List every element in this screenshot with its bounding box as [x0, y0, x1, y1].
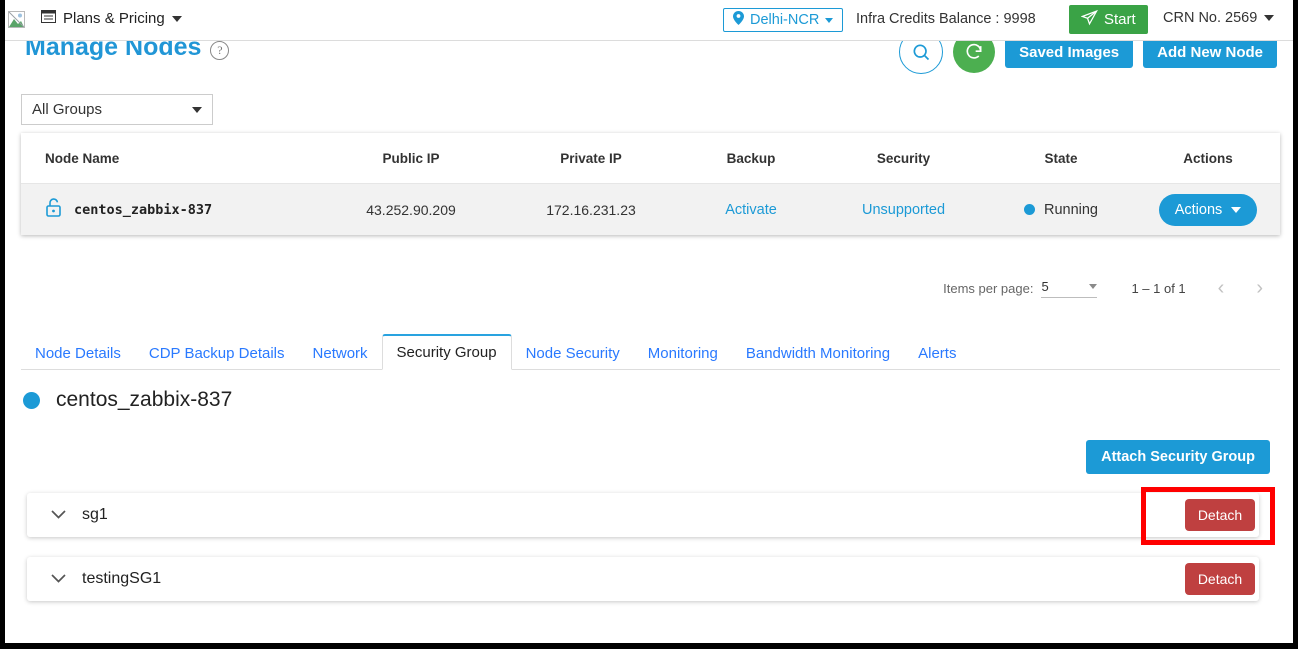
status-badge: Running	[986, 202, 1136, 218]
tab-alerts[interactable]: Alerts	[904, 337, 970, 369]
security-group-panel-testingsg1[interactable]: testingSG1 Detach	[27, 557, 1259, 601]
table-header-row: Node Name Public IP Private IP Backup Se…	[21, 133, 1280, 183]
region-selector[interactable]: Delhi-NCR	[723, 8, 844, 32]
tab-network[interactable]: Network	[299, 337, 382, 369]
group-filter-value: All Groups	[32, 101, 103, 118]
plans-and-pricing-label: Plans & Pricing	[63, 10, 165, 27]
paginator: Items per page: 5 1 – 1 of 1 ‹ ›	[943, 278, 1263, 298]
chevron-down-icon	[1089, 283, 1098, 289]
tab-node-details[interactable]: Node Details	[21, 337, 135, 369]
chevron-down-icon	[1231, 206, 1242, 213]
node-table: Node Name Public IP Private IP Backup Se…	[21, 133, 1280, 235]
security-group-name: sg1	[82, 506, 108, 523]
app-screen: Manage Nodes ? Saved Images Add New Node	[5, 0, 1293, 643]
column-header-security: Security	[876, 150, 931, 166]
status-dot-icon	[23, 391, 40, 409]
unlock-icon[interactable]	[45, 197, 62, 222]
table-row: centos_zabbix-837 43.252.90.209 172.16.2…	[21, 183, 1280, 235]
column-header-state: State	[1044, 150, 1078, 166]
tab-monitoring[interactable]: Monitoring	[634, 337, 732, 369]
items-per-page-label: Items per page:	[943, 280, 1034, 296]
activate-backup-link[interactable]: Activate	[725, 202, 777, 218]
row-actions-button[interactable]: Actions	[1158, 193, 1258, 226]
detach-button-testingsg1[interactable]: Detach	[1185, 563, 1255, 595]
security-group-name: testingSG1	[82, 570, 162, 587]
chevron-down-icon	[1264, 15, 1275, 21]
items-per-page-value: 5	[1041, 278, 1049, 294]
tab-security-group[interactable]: Security Group	[381, 334, 512, 370]
security-group-panel-sg1[interactable]: sg1 Detach	[27, 493, 1259, 537]
cell-security: Unsupported	[821, 201, 986, 219]
chevron-right-icon[interactable]: ›	[1256, 278, 1263, 298]
cell-private-ip: 172.16.231.23	[546, 201, 636, 218]
security-unsupported-link[interactable]: Unsupported	[862, 202, 945, 218]
detach-button-sg1[interactable]: Detach	[1185, 499, 1255, 531]
state-value: Running	[1043, 201, 1098, 218]
top-header-bar: Plans & Pricing Delhi-NCR Infra Credits …	[5, 0, 1293, 41]
page-range-label: 1 – 1 of 1	[1131, 280, 1186, 296]
column-header-backup: Backup	[726, 150, 776, 166]
crn-label: CRN No. 2569	[1163, 10, 1258, 26]
crn-menu[interactable]: CRN No. 2569	[1163, 10, 1275, 26]
chevron-down-icon[interactable]	[51, 506, 66, 524]
node-name-value: centos_zabbix-837	[74, 201, 213, 218]
group-filter-select[interactable]: All Groups	[21, 94, 213, 125]
window-list-icon	[41, 10, 56, 27]
tab-bar: Node Details CDP Backup Details Network …	[21, 334, 1280, 370]
tab-node-security[interactable]: Node Security	[512, 337, 634, 369]
cell-actions: Actions	[1136, 193, 1280, 226]
send-plane-icon	[1080, 9, 1098, 30]
plans-and-pricing-menu[interactable]: Plans & Pricing	[41, 10, 182, 27]
chevron-down-icon	[171, 15, 182, 22]
location-pin-icon	[733, 11, 744, 29]
start-label: Start	[1104, 11, 1136, 28]
status-dot-icon	[1023, 204, 1035, 215]
column-header-actions: Actions	[1183, 150, 1233, 166]
selected-node-heading: centos_zabbix-837	[23, 388, 232, 412]
start-button[interactable]: Start	[1069, 5, 1148, 34]
items-per-page-select[interactable]: 5	[1041, 278, 1098, 298]
chevron-left-icon[interactable]: ‹	[1218, 278, 1225, 298]
column-header-private-ip: Private IP	[560, 150, 622, 166]
column-header-public-ip: Public IP	[382, 150, 440, 166]
chevron-down-icon	[192, 106, 202, 113]
tab-cdp-backup-details[interactable]: CDP Backup Details	[135, 337, 299, 369]
chevron-down-icon	[825, 17, 834, 23]
column-header-node-name: Node Name	[45, 150, 120, 166]
question-mark-icon[interactable]: ?	[210, 41, 230, 60]
selected-node-name: centos_zabbix-837	[56, 388, 233, 411]
tab-bandwidth-monitoring[interactable]: Bandwidth Monitoring	[732, 337, 904, 369]
attach-security-group-button[interactable]: Attach Security Group	[1086, 440, 1270, 474]
broken-image-icon	[8, 11, 25, 28]
row-actions-label: Actions	[1174, 201, 1223, 218]
cell-state: Running	[986, 202, 1136, 218]
region-label: Delhi-NCR	[750, 12, 820, 28]
cell-node-name: centos_zabbix-837	[21, 197, 321, 222]
cell-backup: Activate	[681, 201, 821, 219]
infra-credits-balance: Infra Credits Balance : 9998	[856, 11, 1036, 27]
chevron-down-icon[interactable]	[51, 570, 66, 588]
cell-public-ip: 43.252.90.209	[366, 201, 456, 218]
